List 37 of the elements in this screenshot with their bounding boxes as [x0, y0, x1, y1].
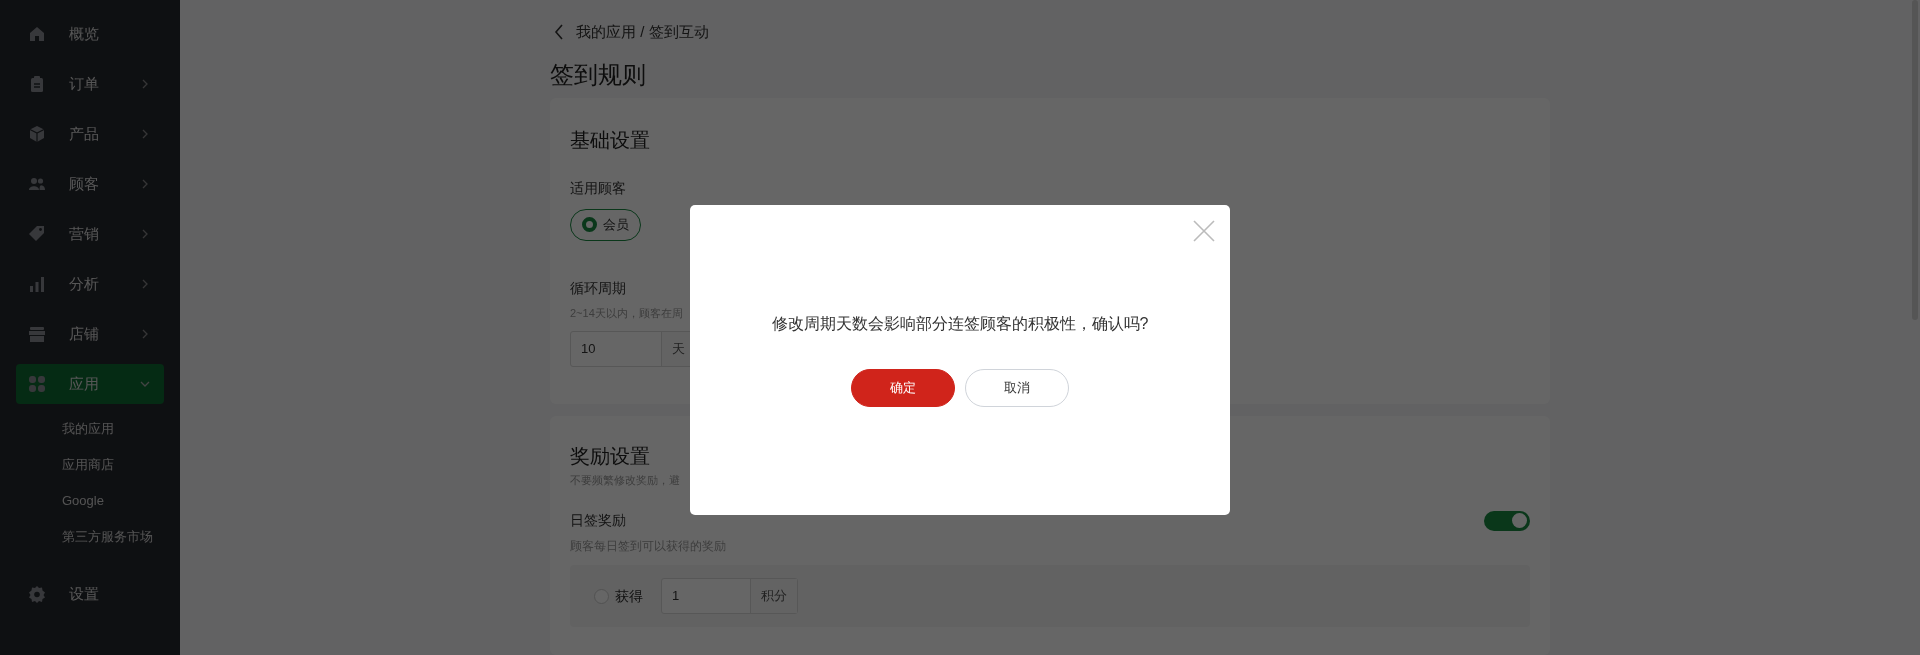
field-label: 循环周期 — [570, 278, 626, 298]
nav-item[interactable]: 应用 — [16, 364, 164, 404]
nav-item[interactable]: 设置 — [16, 574, 164, 614]
section-title: 基础设置 — [570, 127, 650, 153]
people-icon — [28, 175, 46, 193]
submenu-item[interactable]: Google — [62, 483, 104, 519]
dialog-message: 修改周期天数会影响部分连签顾客的积极性，确认吗? — [771, 314, 1149, 334]
nav-item[interactable]: 概览 — [16, 14, 164, 54]
page-title: 签到规则 — [550, 59, 646, 90]
confirm-button[interactable]: 确定 — [851, 369, 955, 407]
field-label: 适用顾客 — [570, 178, 626, 198]
store-icon — [28, 325, 46, 343]
input-suffix: 积分 — [750, 579, 797, 614]
field-label: 日签奖励 — [570, 511, 626, 531]
clipboard-icon — [28, 75, 46, 93]
option-label: 获得 — [615, 586, 643, 606]
submenu-item[interactable]: 我的应用 — [62, 411, 114, 447]
gear-icon — [28, 585, 46, 603]
section-title: 奖励设置 — [570, 443, 650, 469]
close-icon[interactable] — [1193, 220, 1215, 242]
submenu-item[interactable]: 应用商店 — [62, 447, 114, 483]
nav-item[interactable]: 分析 — [16, 264, 164, 304]
cancel-button[interactable]: 取消 — [965, 369, 1069, 407]
nav-item[interactable]: 产品 — [16, 114, 164, 154]
breadcrumb: 我的应用 / 签到互动 — [576, 21, 709, 42]
input-field[interactable]: 1 积分 — [661, 578, 798, 615]
nav-item[interactable]: 店铺 — [16, 314, 164, 354]
grid-icon — [28, 375, 46, 393]
toggle-switch[interactable] — [1484, 510, 1530, 531]
back-icon[interactable] — [554, 23, 564, 40]
nav-item[interactable]: 顾客 — [16, 164, 164, 204]
home-icon — [28, 25, 46, 43]
tag-icon — [28, 225, 46, 243]
cube-icon — [28, 125, 46, 143]
bar-chart-icon — [28, 275, 46, 293]
nav-item[interactable]: 订单 — [16, 64, 164, 104]
nav-item[interactable]: 营销 — [16, 214, 164, 254]
